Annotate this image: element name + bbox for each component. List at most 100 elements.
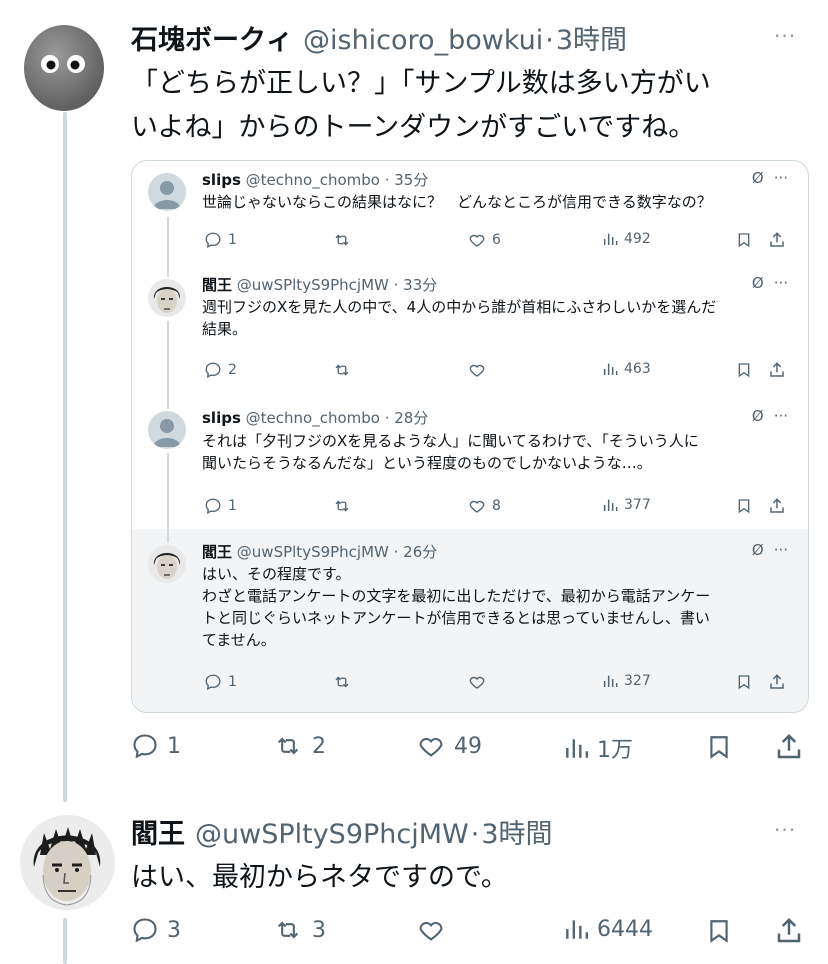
bookmark-button[interactable] — [706, 732, 732, 762]
views-button[interactable]: 6444 — [563, 916, 653, 942]
timestamp[interactable]: 3時間 — [556, 18, 627, 57]
author-name[interactable]: 閻王 — [202, 543, 232, 561]
repost-button[interactable]: 3 — [272, 916, 326, 944]
reply-button[interactable]: 1 — [204, 673, 237, 691]
like-button[interactable]: 49 — [416, 732, 482, 760]
author-name[interactable]: 閻王 — [131, 812, 185, 851]
bookmark-icon — [710, 920, 728, 943]
share-icon — [770, 498, 784, 513]
post-1-actions: 1 2 49 1万 — [0, 728, 828, 768]
author-handle[interactable]: @uwSPltyS9PhcjMW · 26分 — [237, 543, 437, 561]
grok-icon[interactable]: Ø — [752, 169, 764, 187]
repost-icon — [277, 737, 299, 755]
views-button[interactable]: 377 — [602, 497, 651, 513]
reply-button[interactable]: 1 — [204, 497, 237, 515]
views-button[interactable]: 327 — [602, 673, 651, 689]
avatar-manga-face[interactable] — [148, 545, 186, 583]
more-options-icon[interactable]: ··· — [774, 274, 788, 292]
repost-icon — [335, 234, 349, 246]
views-button[interactable]: 463 — [602, 361, 651, 377]
quoted-tweet-3[interactable]: slips @techno_chombo · 28分 Ø ··· それは「夕刊フ… — [132, 395, 808, 529]
view-count: 1万 — [597, 738, 633, 763]
analytics-icon — [603, 675, 618, 687]
repost-button[interactable] — [332, 673, 352, 691]
more-options-icon[interactable]: ··· — [774, 24, 796, 48]
reply-count: 1 — [228, 498, 237, 514]
grok-icon[interactable]: Ø — [752, 274, 764, 292]
reply-button[interactable]: 1 — [131, 732, 181, 760]
heart-icon — [469, 676, 485, 689]
analytics-icon — [603, 363, 618, 375]
post-2-header: 閻王 @uwSPltyS9PhcjMW · 3時間 — [131, 812, 553, 851]
text-line: それは「夕刊フジのXを見るような人」に聞いてるわけで、「そういう人に — [202, 432, 699, 450]
share-button[interactable] — [774, 916, 804, 946]
quoted-tweet-icons: Ø ··· — [752, 274, 788, 292]
quoted-tweet-icons: Ø ··· — [752, 169, 788, 187]
quoted-tweet-1[interactable]: slips @techno_chombo · 35分 Ø ··· 世論じゃないな… — [132, 161, 808, 265]
avatar-default[interactable] — [148, 411, 186, 449]
like-count: 49 — [454, 733, 482, 759]
avatar-stone[interactable] — [23, 24, 105, 112]
author-name[interactable]: 石塊ボークィ — [131, 18, 293, 57]
author-handle[interactable]: @uwSPltyS9PhcjMW · 33分 — [237, 276, 437, 294]
more-options-icon[interactable]: ··· — [774, 541, 788, 559]
reply-button[interactable]: 1 — [204, 231, 237, 249]
bookmark-icon — [738, 233, 750, 248]
thread-line-top — [63, 112, 67, 802]
more-options-icon[interactable]: ··· — [774, 818, 796, 842]
bookmark-button[interactable] — [736, 497, 752, 515]
quoted-tweet-header: slips @techno_chombo · 28分 — [202, 407, 428, 428]
reply-count: 3 — [167, 917, 181, 943]
bookmark-button[interactable] — [706, 916, 732, 946]
bookmark-icon — [738, 675, 750, 690]
share-button[interactable] — [768, 673, 786, 691]
repost-button[interactable] — [332, 497, 352, 515]
author-name[interactable]: slips — [202, 171, 241, 189]
quoted-thread[interactable]: slips @techno_chombo · 35分 Ø ··· 世論じゃないな… — [131, 160, 809, 713]
views-button[interactable]: 492 — [602, 231, 651, 247]
reply-button[interactable]: 3 — [131, 916, 181, 944]
author-handle[interactable]: @ishicoro_bowkui — [303, 25, 543, 56]
reply-icon — [133, 918, 157, 943]
repost-count: 3 — [312, 917, 326, 943]
more-options-icon[interactable]: ··· — [774, 169, 788, 187]
more-options-icon[interactable]: ··· — [774, 407, 788, 425]
share-button[interactable] — [768, 361, 786, 379]
timestamp[interactable]: 3時間 — [481, 812, 552, 851]
bookmark-button[interactable] — [736, 361, 752, 379]
author-name[interactable]: slips — [202, 409, 241, 427]
avatar-default[interactable] — [148, 173, 186, 211]
author-handle[interactable]: @techno_chombo · 28分 — [246, 409, 429, 427]
avatar-manga-face[interactable] — [20, 815, 115, 910]
repost-button[interactable]: 2 — [272, 732, 326, 760]
heart-icon — [469, 500, 485, 513]
like-button[interactable]: 6 — [468, 231, 501, 249]
like-button[interactable] — [416, 916, 446, 944]
author-name[interactable]: 閻王 — [202, 276, 232, 294]
reply-button[interactable]: 2 — [204, 361, 237, 379]
bookmark-button[interactable] — [736, 231, 752, 249]
like-count: 8 — [492, 498, 501, 514]
views-button[interactable]: 1万 — [563, 732, 633, 764]
like-button[interactable] — [468, 673, 486, 691]
like-button[interactable] — [468, 361, 486, 379]
share-button[interactable] — [768, 497, 786, 515]
repost-button[interactable] — [332, 361, 352, 379]
share-button[interactable] — [768, 231, 786, 249]
grok-icon[interactable]: Ø — [752, 541, 764, 559]
quoted-tweet-header: 閻王 @uwSPltyS9PhcjMW · 33分 — [202, 274, 437, 295]
like-button[interactable]: 8 — [468, 497, 501, 515]
text-line: 世論じゃないならこの結果はなに？ どんなところが信用できる数字なの？ — [202, 193, 712, 211]
share-icon — [770, 362, 784, 377]
avatar-manga-face[interactable] — [148, 279, 186, 317]
share-button[interactable] — [774, 732, 804, 762]
quoted-tweet-text: 世論じゃないならこの結果はなに？ どんなところが信用できる数字なの？ — [202, 191, 790, 213]
quoted-tweet-icons: Ø ··· — [752, 407, 788, 425]
author-handle[interactable]: @uwSPltyS9PhcjMW — [195, 819, 469, 850]
repost-button[interactable] — [332, 231, 352, 249]
quoted-tweet-4[interactable]: 閻王 @uwSPltyS9PhcjMW · 26分 Ø ··· はい、その程度で… — [132, 529, 808, 712]
quoted-tweet-2[interactable]: 閻王 @uwSPltyS9PhcjMW · 33分 Ø ··· 週刊フジのXを見… — [132, 265, 808, 395]
grok-icon[interactable]: Ø — [752, 407, 764, 425]
author-handle[interactable]: @techno_chombo · 35分 — [246, 171, 429, 189]
bookmark-button[interactable] — [736, 673, 752, 691]
